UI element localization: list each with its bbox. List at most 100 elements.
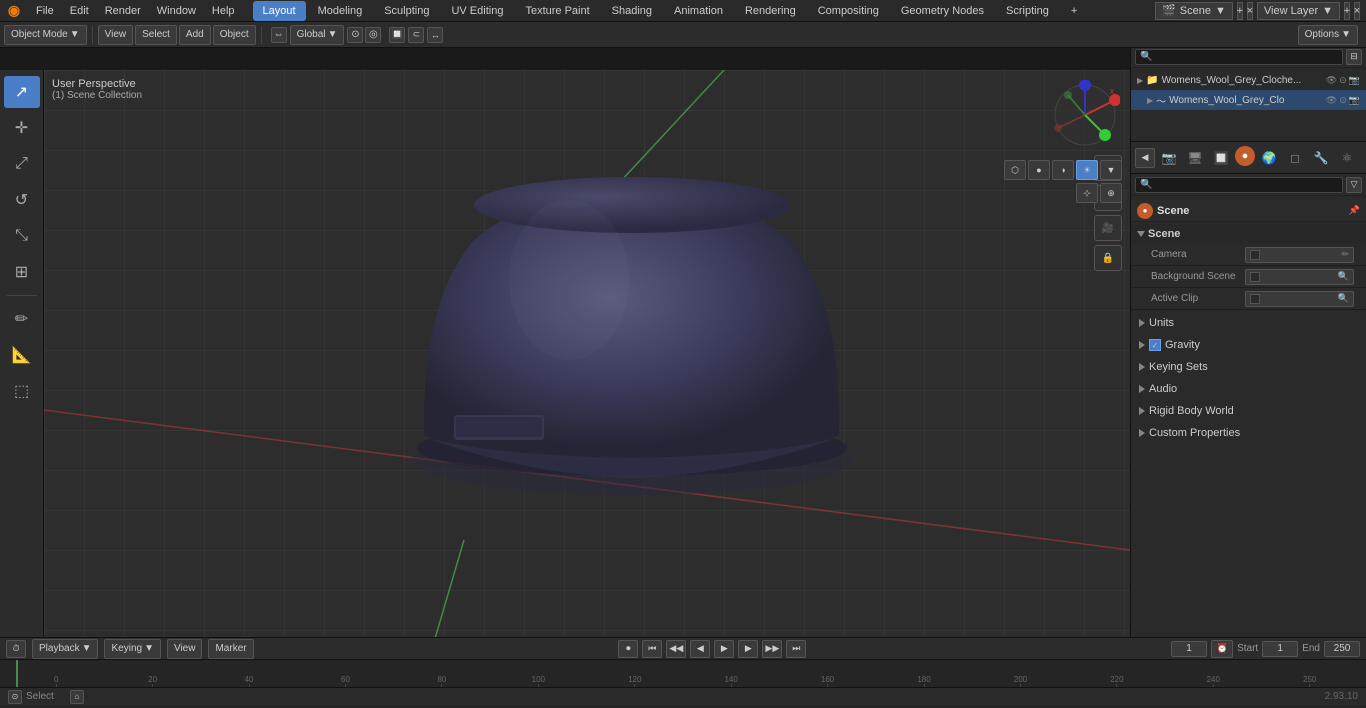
tab-shading[interactable]: Shading — [602, 1, 662, 21]
start-frame-input[interactable] — [1262, 641, 1298, 657]
prop-object-icon[interactable]: ◻ — [1283, 146, 1307, 170]
tab-texture-paint[interactable]: Texture Paint — [515, 1, 599, 21]
frame-clock-btn[interactable]: ⏰ — [1211, 640, 1233, 658]
menu-edit[interactable]: Edit — [62, 0, 97, 22]
gizmo-btn[interactable]: ⊹ — [1076, 183, 1098, 203]
render-icon[interactable]: 📷 — [1349, 75, 1360, 86]
scene-selector[interactable]: 🎬 Scene ▼ — [1155, 2, 1233, 20]
active-clip-icon[interactable]: 🔍 — [1338, 293, 1349, 304]
outliner-search[interactable] — [1135, 49, 1343, 65]
main-viewport[interactable]: User Perspective (1) Scene Collection X … — [44, 70, 1130, 637]
scene-remove-btn[interactable]: × — [1247, 2, 1253, 20]
tool-measure[interactable]: 📐 — [4, 339, 40, 371]
shading-solid-btn[interactable]: ● — [1028, 160, 1050, 180]
audio-row[interactable]: Audio — [1131, 378, 1366, 400]
gravity-checkbox[interactable]: ✓ — [1149, 339, 1161, 351]
tab-layout[interactable]: Layout — [253, 1, 306, 21]
select-menu[interactable]: Select — [135, 25, 177, 45]
viewport-camera2-btn[interactable]: 🎥 — [1094, 215, 1122, 241]
prev-frame-btn[interactable]: ◀ — [690, 640, 710, 658]
menu-render[interactable]: Render — [97, 0, 149, 22]
hide-icon[interactable]: 👁 — [1326, 75, 1337, 86]
view-menu-tl[interactable]: View — [167, 639, 203, 659]
tab-add[interactable]: + — [1061, 1, 1087, 21]
proportional-btn[interactable]: ◎ — [365, 27, 381, 43]
shading-material-btn[interactable]: ◑ — [1052, 160, 1074, 180]
prop-view-layer-icon[interactable]: 🔲 — [1209, 146, 1233, 170]
object-menu[interactable]: Object — [213, 25, 256, 45]
next-frame-btn[interactable]: ▶ — [738, 640, 758, 658]
mesh-hide-icon[interactable]: 👁 — [1326, 95, 1337, 106]
prop-particles-icon[interactable]: ⚛ — [1335, 146, 1359, 170]
keying-sets-row[interactable]: Keying Sets — [1131, 356, 1366, 378]
status-key-icon[interactable]: ⌂ — [70, 690, 84, 704]
prop-modifier-icon[interactable]: 🔧 — [1309, 146, 1333, 170]
navigation-gizmo[interactable]: X Y Z — [1050, 80, 1120, 150]
tab-rendering[interactable]: Rendering — [735, 1, 806, 21]
tab-scripting[interactable]: Scripting — [996, 1, 1059, 21]
prop-world-icon[interactable]: 🌍 — [1257, 146, 1281, 170]
add-menu[interactable]: Add — [179, 25, 211, 45]
view-menu[interactable]: View — [98, 25, 134, 45]
bg-scene-icon[interactable]: 🔍 — [1338, 271, 1349, 282]
outliner-item-collection[interactable]: ▶ 📁 Womens_Wool_Grey_Cloche... 👁 ⊙ 📷 — [1131, 70, 1366, 90]
view-layer-add-btn[interactable]: + — [1344, 2, 1350, 20]
record-btn[interactable]: ⏺ — [618, 640, 638, 658]
end-frame-input[interactable] — [1324, 641, 1360, 657]
tab-modeling[interactable]: Modeling — [308, 1, 373, 21]
viewport-lock-btn[interactable]: 🔒 — [1094, 245, 1122, 271]
prop-render-icon[interactable]: 📷 — [1157, 146, 1181, 170]
play-btn[interactable]: ▶ — [714, 640, 734, 658]
tab-compositing[interactable]: Compositing — [808, 1, 889, 21]
jump-start-btn[interactable]: ⏮ — [642, 640, 662, 658]
tab-sculpting[interactable]: Sculpting — [374, 1, 439, 21]
keying-menu[interactable]: Keying ▼ — [104, 639, 160, 659]
scene-subsection-header[interactable]: Scene — [1131, 224, 1366, 244]
playback-menu[interactable]: Playback ▼ — [32, 639, 98, 659]
tool-add[interactable]: ⬚ — [4, 375, 40, 407]
jump-end-btn[interactable]: ⏭ — [786, 640, 806, 658]
view-layer-remove-btn[interactable]: × — [1354, 2, 1360, 20]
mesh-render-icon[interactable]: 📷 — [1349, 95, 1360, 106]
tab-uv-editing[interactable]: UV Editing — [441, 1, 513, 21]
menu-file[interactable]: File — [28, 0, 62, 22]
select-icon[interactable]: ⊙ — [1339, 75, 1347, 86]
view-layer-selector[interactable]: View Layer ▼ — [1257, 2, 1340, 20]
props-search-input[interactable] — [1135, 177, 1343, 193]
next-keyframe-btn[interactable]: ▶▶ — [762, 640, 782, 658]
prop-scene-icon-btn[interactable]: ● — [1235, 146, 1255, 166]
overlay-btn[interactable]: ⊕ — [1100, 183, 1122, 203]
shading-wireframe-btn[interactable]: ⬡ — [1004, 160, 1026, 180]
tool-scale[interactable]: ⤡ — [4, 220, 40, 252]
prop-physics-icon[interactable]: ⚡ — [1361, 146, 1366, 170]
mirror-btn[interactable]: ↔ — [427, 27, 443, 43]
tool-transform[interactable]: ⊞ — [4, 256, 40, 288]
props-scene-header[interactable]: ● Scene 📌 — [1131, 200, 1366, 222]
current-frame-input[interactable] — [1171, 641, 1207, 657]
rigid-body-row[interactable]: Rigid Body World — [1131, 400, 1366, 422]
scene-header-pin[interactable]: 📌 — [1349, 205, 1360, 216]
units-row[interactable]: Units — [1131, 312, 1366, 334]
menu-help[interactable]: Help — [204, 0, 243, 22]
transform-icon-btn[interactable]: ⇔ — [271, 27, 287, 43]
options-btn[interactable]: Options ▼ — [1298, 25, 1358, 45]
timeline-ruler[interactable]: 0 20 40 60 80 100 120 140 160 180 200 22… — [0, 660, 1366, 690]
outliner-item-mesh[interactable]: ▶ 〜 Womens_Wool_Grey_Clo 👁 ⊙ 📷 — [1131, 90, 1366, 110]
tool-select[interactable]: ↗ — [4, 76, 40, 108]
mesh-select-icon[interactable]: ⊙ — [1339, 95, 1347, 106]
pivot-btn[interactable]: ⊙ — [347, 27, 363, 43]
active-clip-value[interactable]: 🔍 — [1245, 291, 1354, 307]
marker-menu[interactable]: Marker — [208, 639, 253, 659]
snap-btn[interactable]: 🔲 — [389, 27, 405, 43]
gravity-row[interactable]: ✓ Gravity — [1131, 334, 1366, 356]
prev-keyframe-btn[interactable]: ◀◀ — [666, 640, 686, 658]
shading-dropdown-btn[interactable]: ▼ — [1100, 160, 1122, 180]
camera-field-value[interactable]: ✏ — [1245, 247, 1354, 263]
props-nav-btn[interactable]: ◀ — [1135, 148, 1155, 168]
background-scene-value[interactable]: 🔍 — [1245, 269, 1354, 285]
scene-add-btn[interactable]: + — [1237, 2, 1243, 20]
timeline-type-btn[interactable]: ⏱ — [6, 640, 26, 658]
shading-rendered-btn[interactable]: ☀ — [1076, 160, 1098, 180]
custom-props-row[interactable]: Custom Properties — [1131, 422, 1366, 444]
props-filter-btn[interactable]: ▽ — [1346, 177, 1362, 193]
